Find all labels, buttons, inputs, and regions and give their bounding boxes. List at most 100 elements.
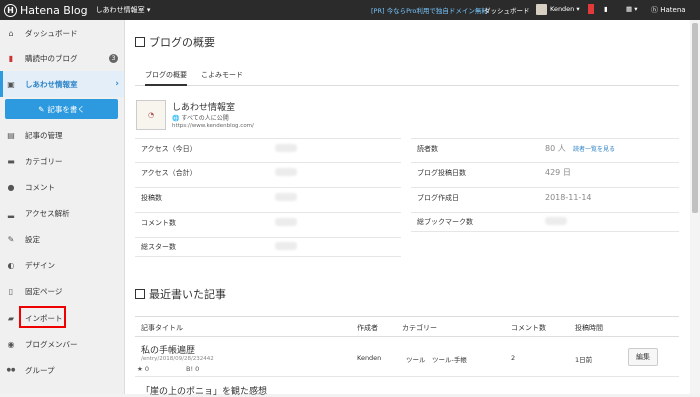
stat-row: 投稿数	[135, 187, 401, 207]
overview-icon	[135, 37, 145, 47]
blog-selector[interactable]: しあわせ情報室 ▾	[96, 5, 151, 15]
sidebar-item-label: ブログメンバー	[25, 339, 78, 349]
sidebar-item-label: 固定ページ	[25, 286, 63, 296]
sidebar-item-design[interactable]: ◐ デザイン	[0, 252, 124, 278]
analytics-icon: ▂	[7, 208, 15, 218]
article-path: /entry/2018/09/28/232442	[141, 356, 214, 362]
posting-days-value: 429 日	[545, 168, 571, 177]
comment-icon: ●	[7, 182, 15, 192]
bookmark-count[interactable]: B! 0	[186, 365, 199, 373]
sidebar-item-label: デザイン	[25, 260, 55, 270]
brand-name: Hatena Blog	[20, 3, 88, 17]
sidebar-item-analytics[interactable]: ▂ アクセス解析	[0, 200, 124, 226]
hatena-link[interactable]: ⓗ Hatena	[651, 5, 686, 15]
stat-label: アクセス（合計）	[141, 168, 197, 177]
blog-thumbnail[interactable]: ◔	[136, 100, 166, 130]
sidebar-item-label: ダッシュボード	[25, 28, 78, 38]
stat-label: コメント数	[141, 218, 176, 227]
stat-label: ブログ投稿日数	[417, 168, 466, 177]
user-menu[interactable]: Kenden ▾	[550, 5, 580, 13]
edit-icon: ✎	[38, 104, 45, 114]
star-count[interactable]: ★ 0	[137, 365, 149, 373]
blog-avatar-icon: ▣	[7, 79, 15, 89]
tab-calendar-mode[interactable]: こよみモード	[201, 70, 243, 80]
column-header-author: 作成者	[357, 324, 378, 332]
stat-row: ブログ投稿日数 429 日	[411, 162, 679, 182]
overview-tabs: ブログの概要 こよみモード	[135, 68, 679, 86]
sidebar: ⌂ ダッシュボード ▮ 購読中のブログ 3 ▣ しあわせ情報室 › ✎ 記事を書…	[0, 20, 125, 394]
bookmark-icon[interactable]: ▮	[604, 5, 608, 13]
page-icon: ▯	[8, 286, 14, 296]
sidebar-item-members[interactable]: ◉ ブログメンバー	[0, 331, 124, 357]
write-article-button[interactable]: ✎ 記事を書く	[5, 99, 118, 119]
stat-label: ブログ作成日	[417, 193, 459, 202]
dashboard-link[interactable]: ダッシュボード	[484, 5, 530, 15]
truck-icon: ▰	[7, 313, 15, 323]
creation-date-value: 2018-11-14	[545, 193, 592, 202]
sidebar-item-subscriptions[interactable]: ▮ 購読中のブログ 3	[0, 45, 124, 71]
blog-url[interactable]: https://www.kendenblog.com/	[172, 123, 254, 129]
sidebar-item-settings[interactable]: ✎ 設定	[0, 226, 124, 252]
article-author: Kenden	[357, 354, 382, 362]
stat-value-blurred	[275, 167, 297, 178]
sidebar-item-comments[interactable]: ● コメント	[0, 174, 124, 200]
sidebar-item-label: コメント	[25, 182, 55, 192]
user-avatar[interactable]	[536, 4, 547, 15]
sidebar-item-categories[interactable]: ▬ カテゴリー	[0, 148, 124, 174]
member-icon: ◉	[7, 339, 15, 349]
group-icon: ●●	[6, 367, 16, 373]
sidebar-item-articles[interactable]: ▤ 記事の管理	[0, 122, 124, 148]
stat-label: アクセス（今日）	[141, 144, 197, 153]
stat-value-blurred	[275, 143, 297, 154]
folder-icon: ▬	[7, 156, 15, 166]
sidebar-item-dashboard[interactable]: ⌂ ダッシュボード	[0, 20, 124, 46]
subscription-count-badge: 3	[109, 53, 118, 63]
sidebar-item-label: アクセス解析	[25, 208, 70, 218]
subscriber-list-link[interactable]: 読者一覧を見る	[573, 144, 615, 153]
tab-overview[interactable]: ブログの概要	[145, 70, 187, 86]
wrench-icon: ✎	[7, 234, 15, 244]
article-categories[interactable]: ツール ツール-手帳	[406, 354, 467, 364]
recent-articles-heading: 最近書いた記事	[135, 286, 226, 302]
hatena-blog-logo[interactable]: H Hatena Blog	[4, 3, 88, 17]
sidebar-item-groups[interactable]: ●● グループ	[0, 357, 124, 383]
stat-row: アクセス（合計）	[135, 162, 401, 182]
grid-menu-icon[interactable]: ▦ ▾	[626, 5, 637, 13]
sidebar-item-label: しあわせ情報室	[25, 79, 78, 89]
stat-value-blurred	[275, 242, 297, 252]
blog-name[interactable]: しあわせ情報室	[172, 100, 235, 113]
column-header-category: カテゴリー	[402, 324, 437, 332]
stat-row: ブログ作成日 2018-11-14	[411, 187, 679, 207]
overview-title: ブログの概要	[149, 36, 215, 49]
home-icon: ⌂	[8, 28, 14, 38]
overview-heading: ブログの概要	[135, 34, 215, 50]
sidebar-item-label: 設定	[25, 234, 40, 244]
stat-row: 総スター数	[135, 237, 401, 257]
bookmark-icon: ▮	[8, 53, 14, 63]
column-header-title: 記事タイトル	[141, 324, 183, 332]
palette-icon: ◐	[7, 260, 15, 270]
import-highlight-box	[19, 306, 66, 328]
sidebar-item-label: 記事の管理	[25, 130, 63, 140]
stat-row: 読者数 80 人 読者一覧を見る	[411, 138, 679, 158]
sidebar-item-static-pages[interactable]: ▯ 固定ページ	[0, 278, 124, 304]
stat-label: 投稿数	[141, 193, 162, 202]
stat-row: コメント数	[135, 212, 401, 232]
stat-label: 総スター数	[141, 243, 176, 251]
scrollbar-thumb[interactable]	[692, 23, 698, 213]
hatena-label: Hatena	[660, 6, 686, 14]
article-title-link[interactable]: 私の手帳遍歴	[141, 343, 195, 356]
hatena-logo-icon: H	[4, 3, 17, 17]
table-header-divider	[135, 336, 679, 337]
article-title-link[interactable]: 「崖の上のポニョ」を観た感想	[141, 384, 267, 397]
sidebar-item-label: 購読中のブログ	[25, 53, 78, 63]
chevron-right-icon: ›	[115, 79, 119, 89]
stat-value-blurred	[275, 192, 297, 203]
notification-flag-icon[interactable]	[588, 4, 594, 14]
promo-link[interactable]: [PR] 今ならPro利用で独自ドメイン無料	[371, 5, 488, 15]
edit-article-button[interactable]: 編集	[628, 348, 658, 366]
recent-articles-title: 最近書いた記事	[149, 288, 226, 301]
main-content: ブログの概要 ブログの概要 こよみモード ◔ しあわせ情報室 🌐 すべての人に公…	[125, 20, 690, 397]
sidebar-item-blog[interactable]: ▣ しあわせ情報室 ›	[0, 71, 124, 97]
column-header-time: 投稿時間	[575, 324, 603, 332]
